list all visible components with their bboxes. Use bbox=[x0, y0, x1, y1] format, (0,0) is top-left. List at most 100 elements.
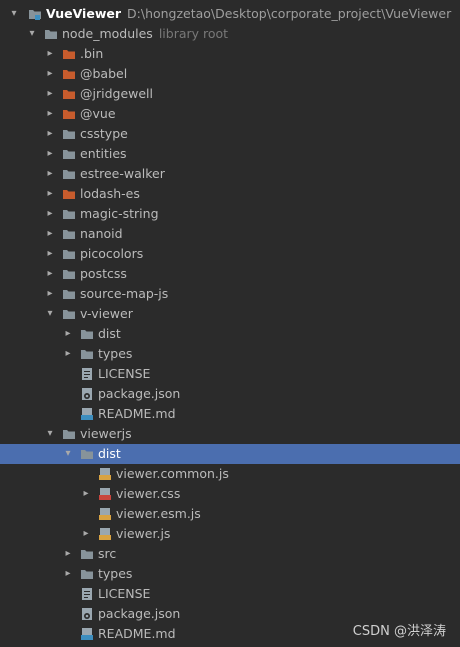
folder-icon bbox=[80, 347, 94, 361]
chevron-right-icon[interactable]: ▸ bbox=[44, 224, 56, 244]
tree-file-row[interactable]: README.md bbox=[0, 404, 460, 424]
tree-folder-row[interactable]: ▸ picocolors bbox=[0, 244, 460, 264]
folder-icon bbox=[62, 267, 76, 281]
tree-folder-row[interactable]: ▸ lodash-es bbox=[0, 184, 460, 204]
project-root-row[interactable]: ▾ VueViewer D:\hongzetao\Desktop\corporat… bbox=[0, 4, 460, 24]
tree-item-name: dist bbox=[98, 446, 121, 461]
chevron-right-icon[interactable]: ▸ bbox=[44, 124, 56, 144]
tree-item-name: dist bbox=[98, 326, 121, 341]
tree-rows: ▾ node_modules library root ▸ .bin ▸ @babel ▸ @j… bbox=[0, 24, 460, 644]
folder-icon bbox=[62, 167, 76, 181]
chevron-right-icon[interactable]: ▸ bbox=[62, 324, 74, 344]
chevron-right-icon[interactable]: ▸ bbox=[44, 64, 56, 84]
folder-icon bbox=[62, 187, 76, 201]
chevron-down-icon[interactable]: ▾ bbox=[62, 444, 74, 464]
tree-item-name: viewer.js bbox=[116, 526, 171, 541]
chevron-right-icon[interactable]: ▸ bbox=[44, 44, 56, 64]
chevron-right-icon[interactable]: ▸ bbox=[44, 144, 56, 164]
tree-folder-row[interactable]: ▸ types bbox=[0, 564, 460, 584]
tree-folder-row[interactable]: ▸ estree-walker bbox=[0, 164, 460, 184]
tree-item-name: node_modules bbox=[62, 26, 153, 41]
watermark: CSDN @洪泽涛 bbox=[352, 624, 446, 639]
tree-file-row[interactable]: LICENSE bbox=[0, 364, 460, 384]
project-name: VueViewer bbox=[46, 6, 122, 21]
chevron-down-icon[interactable]: ▾ bbox=[44, 304, 56, 324]
tree-item-name: estree-walker bbox=[80, 166, 165, 181]
tree-item-label: viewer.js bbox=[116, 524, 170, 544]
tree-item-label: @babel bbox=[80, 64, 127, 84]
tree-folder-row[interactable]: ▸ .bin bbox=[0, 44, 460, 64]
tree-item-name: src bbox=[98, 546, 117, 561]
tree-item-name: @jridgewell bbox=[80, 86, 154, 101]
markdown-file-icon bbox=[80, 407, 94, 421]
tree-item-name: csstype bbox=[80, 126, 128, 141]
tree-item-label: LICENSE bbox=[98, 364, 150, 384]
tree-folder-row[interactable]: ▾ node_modules library root bbox=[0, 24, 460, 44]
tree-folder-row[interactable]: ▾ v-viewer bbox=[0, 304, 460, 324]
tree-item-label: picocolors bbox=[80, 244, 143, 264]
folder-icon bbox=[62, 247, 76, 261]
chevron-right-icon[interactable]: ▸ bbox=[44, 164, 56, 184]
tree-item-name: viewer.css bbox=[116, 486, 181, 501]
tree-folder-row[interactable]: ▸ types bbox=[0, 344, 460, 364]
tree-folder-row[interactable]: ▸ magic-string bbox=[0, 204, 460, 224]
tree-file-row[interactable]: viewer.common.js bbox=[0, 464, 460, 484]
tree-item-name: @babel bbox=[80, 66, 128, 81]
tree-item-label: package.json bbox=[98, 384, 180, 404]
tree-folder-row[interactable]: ▸ src bbox=[0, 544, 460, 564]
tree-file-row[interactable]: ▸ viewer.js bbox=[0, 524, 460, 544]
tree-item-label: viewer.common.js bbox=[116, 464, 229, 484]
project-path: D:\hongzetao\Desktop\corporate_project\V… bbox=[127, 6, 452, 21]
project-title: VueViewer D:\hongzetao\Desktop\corporate_… bbox=[46, 4, 451, 24]
tree-item-name: types bbox=[98, 566, 133, 581]
chevron-right-icon[interactable]: ▸ bbox=[44, 204, 56, 224]
chevron-right-icon[interactable]: ▸ bbox=[62, 544, 74, 564]
folder-icon bbox=[62, 427, 76, 441]
chevron-down-icon[interactable]: ▾ bbox=[26, 24, 38, 44]
tree-item-name: package.json bbox=[98, 606, 181, 621]
chevron-right-icon[interactable]: ▸ bbox=[44, 284, 56, 304]
tree-item-name: lodash-es bbox=[80, 186, 140, 201]
chevron-right-icon[interactable]: ▸ bbox=[44, 84, 56, 104]
tree-folder-row[interactable]: ▸ @babel bbox=[0, 64, 460, 84]
chevron-right-icon[interactable]: ▸ bbox=[44, 264, 56, 284]
folder-icon bbox=[62, 127, 76, 141]
chevron-right-icon[interactable]: ▸ bbox=[44, 104, 56, 124]
chevron-right-icon[interactable]: ▸ bbox=[80, 484, 92, 504]
tree-item-label: entities bbox=[80, 144, 127, 164]
folder-icon bbox=[44, 27, 58, 41]
tree-file-row[interactable]: ▸ viewer.css bbox=[0, 484, 460, 504]
tree-file-row[interactable]: LICENSE bbox=[0, 584, 460, 604]
tree-folder-row[interactable]: ▾ viewerjs bbox=[0, 424, 460, 444]
tree-file-row[interactable]: viewer.esm.js bbox=[0, 504, 460, 524]
tree-item-name: nanoid bbox=[80, 226, 123, 241]
tree-folder-row[interactable]: ▸ @vue bbox=[0, 104, 460, 124]
text-file-icon bbox=[80, 587, 94, 601]
tree-item-name: viewer.common.js bbox=[116, 466, 229, 481]
tree-item-label: dist bbox=[98, 444, 121, 464]
chevron-down-icon[interactable]: ▾ bbox=[8, 4, 20, 24]
js-file-icon bbox=[98, 527, 112, 541]
tree-item-name: types bbox=[98, 346, 133, 361]
chevron-right-icon[interactable]: ▸ bbox=[44, 244, 56, 264]
tree-folder-row[interactable]: ▸ entities bbox=[0, 144, 460, 164]
chevron-down-icon[interactable]: ▾ bbox=[44, 424, 56, 444]
tree-item-label: @jridgewell bbox=[80, 84, 153, 104]
tree-item-name: magic-string bbox=[80, 206, 159, 221]
tree-folder-row[interactable]: ▸ source-map-js bbox=[0, 284, 460, 304]
tree-folder-row[interactable]: ▾ dist bbox=[0, 444, 460, 464]
tree-folder-row[interactable]: ▸ postcss bbox=[0, 264, 460, 284]
tree-folder-row[interactable]: ▸ @jridgewell bbox=[0, 84, 460, 104]
tree-item-label: README.md bbox=[98, 624, 176, 644]
tree-folder-row[interactable]: ▸ csstype bbox=[0, 124, 460, 144]
tree-item-name: @vue bbox=[80, 106, 116, 121]
chevron-right-icon[interactable]: ▸ bbox=[62, 564, 74, 584]
folder-icon bbox=[80, 327, 94, 341]
tree-item-label: nanoid bbox=[80, 224, 123, 244]
tree-folder-row[interactable]: ▸ dist bbox=[0, 324, 460, 344]
chevron-right-icon[interactable]: ▸ bbox=[62, 344, 74, 364]
tree-folder-row[interactable]: ▸ nanoid bbox=[0, 224, 460, 244]
chevron-right-icon[interactable]: ▸ bbox=[80, 524, 92, 544]
tree-file-row[interactable]: package.json bbox=[0, 384, 460, 404]
chevron-right-icon[interactable]: ▸ bbox=[44, 184, 56, 204]
